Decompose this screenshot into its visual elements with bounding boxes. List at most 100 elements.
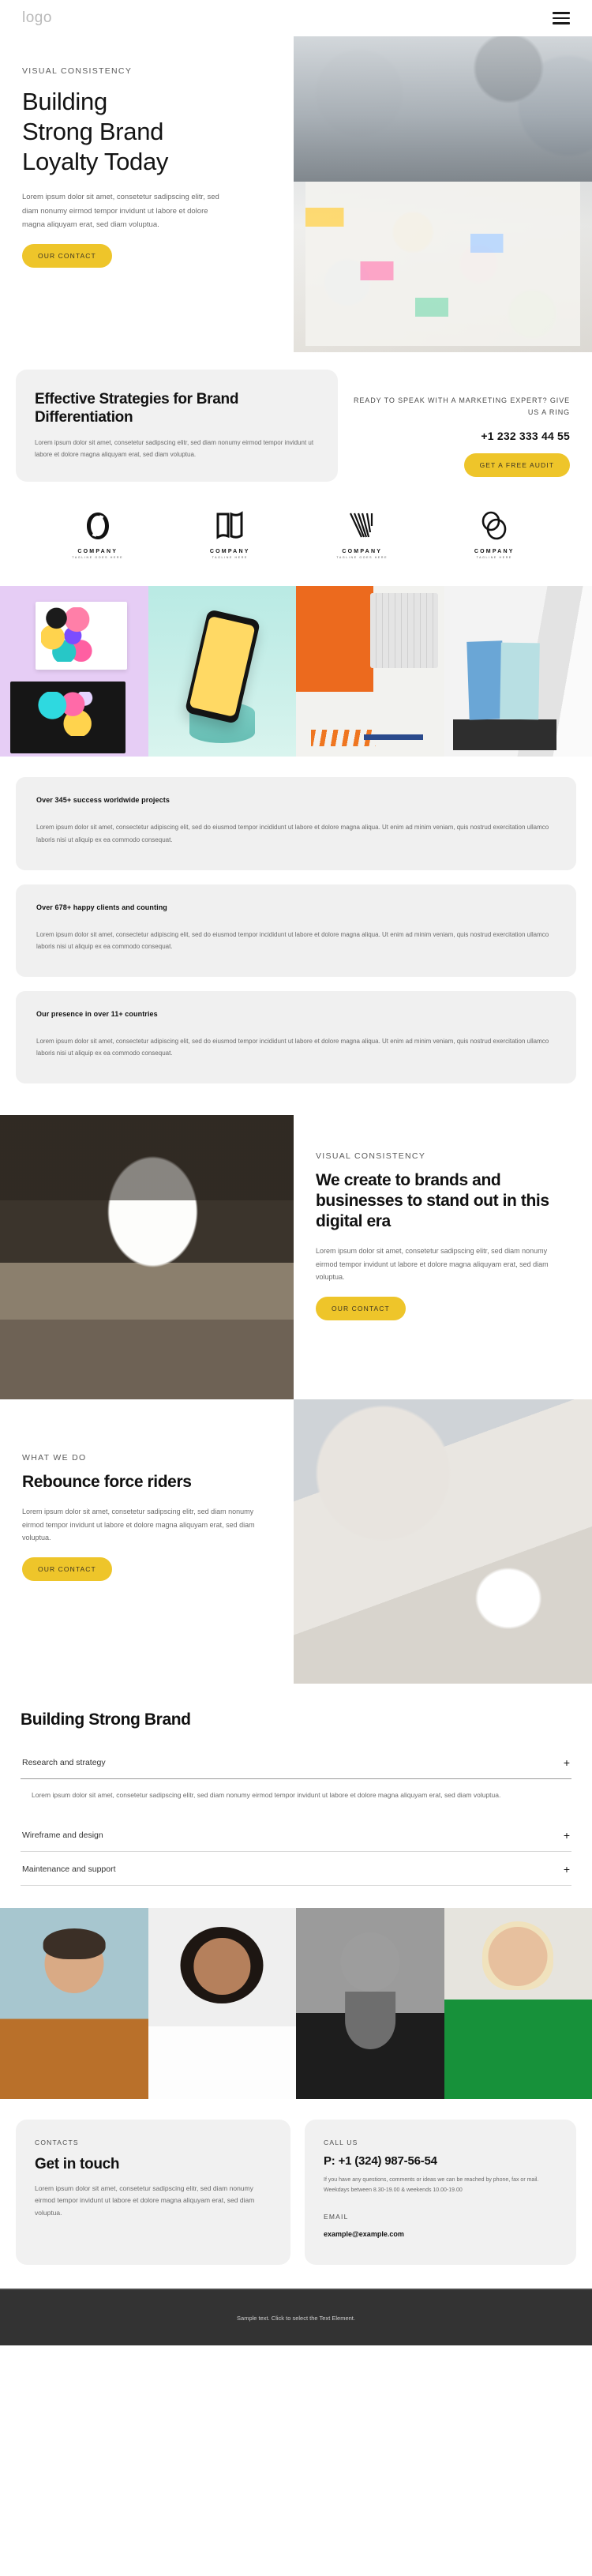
rebounce-body: Lorem ipsum dolor sit amet, consetetur s…: [22, 1508, 255, 1542]
stat-card-3-body: Lorem ipsum dolor sit amet, consectetur …: [36, 1037, 549, 1057]
strategy-section: Effective Strategies for Brand Different…: [0, 360, 592, 482]
stat-card-2-body: Lorem ipsum dolor sit amet, consectetur …: [36, 930, 549, 951]
accordion-item-wireframe-label: Wireframe and design: [22, 1830, 103, 1840]
hero-eyebrow: VISUAL CONSISTENCY: [22, 66, 133, 76]
client-logo-1: COMPANY TAGLINE GOES HERE: [51, 510, 145, 560]
accordion-heading: Building Strong Brand: [21, 1710, 191, 1729]
rebounce-copy: WHAT WE DO Rebounce force riders Lorem i…: [0, 1399, 294, 1684]
strategy-cta-block: READY TO SPEAK WITH A MARKETING EXPERT? …: [352, 370, 576, 482]
stats-section: Over 345+ success worldwide projects Lor…: [0, 757, 592, 1088]
call-us-note: If you have any questions, comments or i…: [324, 2176, 539, 2193]
contact-section: CONTACTS Get in touch Lorem ipsum dolor …: [0, 2099, 592, 2289]
client-logo-row: COMPANY TAGLINE GOES HERE COMPANY TAGLIN…: [0, 482, 592, 587]
hero-body: Lorem ipsum dolor sit amet, consetetur s…: [22, 193, 219, 229]
client-logo-2-tagline: TAGLINE HERE: [212, 556, 248, 560]
hero-title-line-3: Loyalty Today: [22, 147, 169, 175]
double-oval-logo-icon: [481, 511, 507, 540]
rebounce-title: Rebounce force riders: [22, 1473, 192, 1491]
paper-samples-image[interactable]: [444, 586, 592, 757]
team-member-photo-2[interactable]: [148, 1907, 296, 2099]
hero-image: [294, 36, 592, 352]
client-logo-1-name: COMPANY: [77, 548, 118, 554]
infinity-loop-logo-icon: [86, 512, 109, 539]
client-logo-3-name: COMPANY: [342, 548, 383, 554]
open-book-logo-icon: [216, 511, 243, 539]
accordion-item-research-header[interactable]: Research and strategy +: [21, 1745, 571, 1778]
stat-card-1: Over 345+ success worldwide projects Lor…: [16, 777, 576, 870]
accordion-item-maintenance-header[interactable]: Maintenance and support +: [21, 1852, 571, 1885]
striped-v-logo-icon: [349, 513, 373, 538]
hero-contact-button[interactable]: OUR CONTACT: [22, 243, 112, 268]
portfolio-gallery: [0, 586, 592, 757]
rebounce-eyebrow: WHAT WE DO: [22, 1453, 87, 1463]
hamburger-menu-icon[interactable]: [553, 12, 570, 24]
team-member-photo-3[interactable]: [296, 1907, 444, 2099]
strategy-title: Effective Strategies for Brand Different…: [35, 391, 239, 426]
hero-title-line-1: Building: [22, 88, 107, 115]
accordion-item-maintenance[interactable]: Maintenance and support +: [21, 1852, 571, 1886]
plus-icon[interactable]: +: [564, 1864, 570, 1875]
landing-page: logo VISUAL CONSISTENCY Building Strong …: [0, 0, 592, 2346]
create-eyebrow: VISUAL CONSISTENCY: [316, 1151, 426, 1161]
client-logo-4: COMPANY TAGLINE HERE: [447, 510, 541, 560]
team-member-photo-1[interactable]: [0, 1907, 148, 2099]
contact-card-left: CONTACTS Get in touch Lorem ipsum dolor …: [16, 2119, 290, 2266]
site-logo[interactable]: logo: [22, 9, 52, 27]
accordion-item-wireframe[interactable]: Wireframe and design +: [21, 1818, 571, 1852]
site-footer: Sample text. Click to select the Text El…: [0, 2289, 592, 2346]
create-contact-button[interactable]: OUR CONTACT: [316, 1297, 406, 1321]
plus-icon[interactable]: +: [564, 1757, 570, 1768]
client-logo-3: COMPANY TAGLINE GOES HERE: [315, 510, 410, 560]
desk-flatlay-image[interactable]: [296, 586, 444, 757]
stat-card-3-title: Our presence in over 11+ countries: [36, 1009, 158, 1018]
client-logo-3-tagline: TAGLINE GOES HERE: [336, 556, 388, 560]
email-address[interactable]: example@example.com: [324, 2230, 557, 2238]
email-label: EMAIL: [324, 2213, 349, 2221]
hero-title-line-2: Strong Brand: [22, 117, 164, 145]
contact-card-right: CALL US P: +1 (324) 987-56-54 If you hav…: [305, 2119, 576, 2266]
client-logo-1-tagline: TAGLINE GOES HERE: [72, 556, 124, 560]
accordion-item-maintenance-label: Maintenance and support: [22, 1864, 116, 1874]
client-logo-4-name: COMPANY: [474, 548, 515, 554]
stat-card-1-body: Lorem ipsum dolor sit amet, consectetur …: [36, 824, 549, 844]
hero-copy: VISUAL CONSISTENCY Building Strong Brand…: [22, 66, 259, 268]
accordion-section: Building Strong Brand Research and strat…: [0, 1684, 592, 1908]
strategy-ring-label: READY TO SPEAK WITH A MARKETING EXPERT? …: [354, 396, 570, 416]
stat-card-2-title: Over 678+ happy clients and counting: [36, 903, 167, 911]
contacts-body: Lorem ipsum dolor sit amet, consetetur s…: [35, 2184, 255, 2217]
rebounce-section: WHAT WE DO Rebounce force riders Lorem i…: [0, 1399, 592, 1684]
rebounce-contact-button[interactable]: OUR CONTACT: [22, 1556, 112, 1581]
team-reviewing-color-swatches-image: [0, 1115, 294, 1399]
strategy-card: Effective Strategies for Brand Different…: [16, 370, 338, 482]
team-photo-row: [0, 1907, 592, 2099]
phone-mockup-image[interactable]: [148, 586, 296, 757]
accordion-item-wireframe-header[interactable]: Wireframe and design +: [21, 1818, 571, 1851]
call-us-eyebrow: CALL US: [324, 2138, 358, 2146]
accordion-item-research-panel: Lorem ipsum dolor sit amet, consetetur s…: [32, 1791, 501, 1799]
accordion-item-research[interactable]: Research and strategy +: [21, 1745, 571, 1779]
contacts-title: Get in touch: [35, 2155, 120, 2172]
accordion-item-research-label: Research and strategy: [22, 1758, 106, 1767]
footer-sample-text[interactable]: Sample text. Click to select the Text El…: [237, 2315, 355, 2322]
free-audit-button[interactable]: GET A FREE AUDIT: [463, 452, 570, 477]
create-copy: VISUAL CONSISTENCY We create to brands a…: [294, 1115, 592, 1399]
create-title: We create to brands and businesses to st…: [316, 1171, 549, 1231]
stat-card-1-title: Over 345+ success worldwide projects: [36, 796, 170, 805]
team-member-photo-4[interactable]: [444, 1907, 592, 2099]
strategy-phone[interactable]: +1 232 333 44 55: [352, 430, 570, 442]
client-logo-4-tagline: TAGLINE HERE: [476, 556, 512, 560]
hero-section: VISUAL CONSISTENCY Building Strong Brand…: [0, 36, 592, 360]
stat-card-2: Over 678+ happy clients and counting Lor…: [16, 884, 576, 977]
hero-title: Building Strong Brand Loyalty Today: [22, 87, 259, 176]
strategy-body: Lorem ipsum dolor sit amet, consetetur s…: [35, 439, 314, 459]
create-body: Lorem ipsum dolor sit amet, consetetur s…: [316, 1247, 549, 1282]
site-header: logo: [0, 0, 592, 36]
client-logo-2: COMPANY TAGLINE HERE: [182, 510, 277, 560]
hands-on-documents-with-coffee-image: [294, 1399, 592, 1684]
contacts-eyebrow: CONTACTS: [35, 2138, 79, 2146]
create-section: VISUAL CONSISTENCY We create to brands a…: [0, 1115, 592, 1399]
branding-stationery-image[interactable]: [0, 586, 148, 757]
call-us-phone[interactable]: P: +1 (324) 987-56-54: [324, 2154, 557, 2168]
plus-icon[interactable]: +: [564, 1830, 570, 1841]
stat-card-3: Our presence in over 11+ countries Lorem…: [16, 990, 576, 1083]
